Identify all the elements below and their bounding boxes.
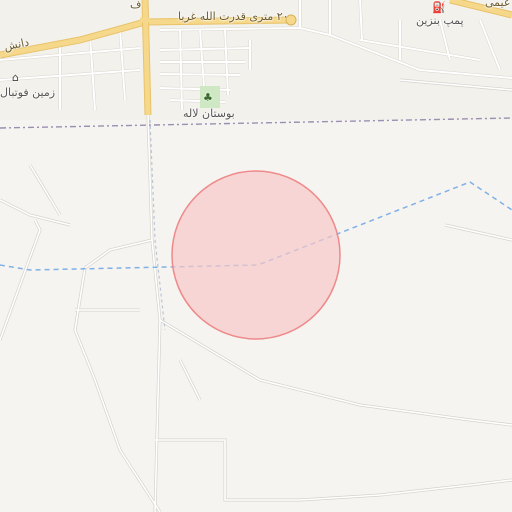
map-view[interactable]: ۲۰ متری قدرت الله غربا دانش عیمی ف ⛽ پمپ…	[0, 0, 512, 512]
football-field-label[interactable]: زمین فوتبال	[0, 86, 55, 99]
main-road-label: ۲۰ متری قدرت الله غربا	[178, 10, 289, 23]
gas-station-label[interactable]: پمپ بنزین	[416, 14, 464, 27]
road-top-small-label: ف	[130, 0, 142, 11]
stadium-icon[interactable]: ⌂	[12, 72, 19, 83]
park-label[interactable]: بوستان لاله	[183, 107, 235, 120]
search-radius-circle[interactable]	[171, 170, 341, 340]
road-top-right-label: عیمی	[485, 0, 511, 9]
tree-icon[interactable]: ♣	[203, 92, 213, 103]
map-canvas	[0, 0, 512, 512]
fuel-pump-icon[interactable]: ⛽	[432, 2, 446, 13]
